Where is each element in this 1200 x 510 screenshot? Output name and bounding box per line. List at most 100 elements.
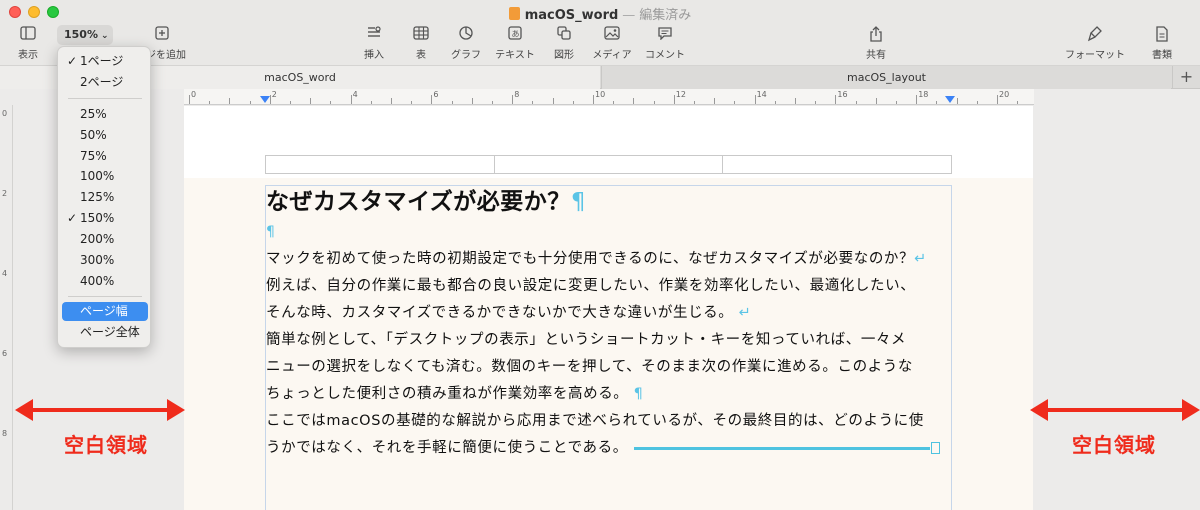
zoom-menu-item-whole-page[interactable]: ページ全体 [62,323,148,342]
text-line[interactable]: ちょっとした便利さの積み重ねが作業効率を高める。 ¶ [266,381,956,408]
ruler-tick [471,98,473,104]
view-button[interactable]: 表示 [14,26,42,61]
comment-icon [642,26,688,44]
zoom-popup-button[interactable]: 150% ⌄ [57,25,113,45]
shape-icon [552,26,576,44]
left-blank-area-label: 空白領域 [64,433,148,457]
tab-macos-layout[interactable]: macOS_layout [601,66,1171,89]
ruler-tick [795,98,796,104]
ruler-tick [330,101,332,104]
line-text: 簡単な例として、「デスクトップの表示」というショートカット・キーを知っていれば、… [266,332,907,348]
media-button[interactable]: メディア [590,26,634,61]
ruler-tick [532,101,534,104]
paintbrush-icon [1064,26,1126,44]
ruler-tick [997,95,998,104]
text-label: テキスト [495,50,535,61]
ruler-tick [694,101,695,104]
ruler-tick [613,101,615,104]
text-box-button[interactable]: あ テキスト [494,26,536,61]
vertical-ruler-number: 0 [2,109,8,118]
window-toolbar: macOS_word — 編集済み 表示 150% ⌄ ジを追加 挿入 表 グラフ [0,0,1200,66]
ruler-tick [350,95,352,104]
pilcrow-mark: ¶ [570,189,586,215]
text-line[interactable]: うかではなく、それを手軽に簡便に使うことである。 [266,435,956,462]
vertical-ruler-number: 2 [2,189,8,198]
header-field-center[interactable] [495,156,724,173]
text-line[interactable]: マックを初めて使った時の初期設定でも十分使用できるのに、なぜカスタマイズが必要な… [266,246,956,273]
right-double-arrow [1030,399,1200,421]
document-button[interactable]: 書類 [1150,26,1174,61]
line-text: マックを初めて使った時の初期設定でも十分使用できるのに、なぜカスタマイズが必要な… [266,251,915,267]
document-page[interactable]: なぜカスタマイズが必要か？¶ ¶ マックを初めて使った時の初期設定でも十分使用で… [184,106,1033,510]
header-field-left[interactable] [266,156,495,173]
right-indent-marker[interactable] [945,96,955,103]
page-header-fields[interactable] [265,155,952,174]
zoom-menu-item-100[interactable]: 100% [62,167,148,186]
window-title: macOS_word — 編集済み [0,4,1200,23]
comment-button[interactable]: コメント [642,26,688,61]
media-label: メディア [592,50,632,61]
pages-document-icon [508,7,520,20]
horizontal-ruler[interactable]: 0 2 4 6 8 10 12 14 16 18 20 [184,89,1034,105]
menu-item-label: 200% [80,232,115,246]
share-icon [864,26,888,44]
text-line[interactable]: ここではmacOSの基礎的な解説から応用まで述べられているが、その最終目的は、ど… [266,408,956,435]
sidebar-icon [14,26,42,44]
insert-icon [362,26,386,44]
add-page-icon [140,26,184,44]
comment-label: コメント [645,50,685,61]
ruler-tick [936,101,938,104]
ruler-tick [835,95,837,104]
ruler-tick [855,101,857,104]
zoom-menu-item-400[interactable]: 400% [62,272,148,291]
ruler-number: 0 [191,90,197,99]
arrowhead-left [1030,399,1048,421]
chevron-down-icon: ⌄ [100,31,109,41]
zoom-menu-item-one-page[interactable]: ✓ 1ページ [62,52,148,71]
table-button[interactable]: 表 [410,26,432,61]
pie-chart-icon [450,26,482,44]
zoom-menu-item-25[interactable]: 25% [62,105,148,124]
line-text: うかではなく、それを手軽に簡便に使うことである。 [266,440,628,456]
ruler-number: 8 [514,90,520,99]
ruler-tick [734,101,736,104]
zoom-menu-item-page-width[interactable]: ページ幅 [62,302,148,321]
ruler-tick [1017,101,1019,104]
ruler-tick [512,95,514,104]
document-body[interactable]: なぜカスタマイズが必要か？¶ ¶ マックを初めて使った時の初期設定でも十分使用で… [266,186,956,462]
header-field-right[interactable] [723,156,951,173]
text-line[interactable]: そんな時、カスタマイズできるかできないかで大きな違いが生じる。 ↵ [266,300,956,327]
zoom-menu: ✓ 1ページ 2ページ 25% 50% 75% 100% 125% ✓ 150% 2… [57,46,151,348]
zoom-menu-item-200[interactable]: 200% [62,230,148,249]
insert-button[interactable]: 挿入 [362,26,386,61]
text-line[interactable]: 簡単な例として、「デスクトップの表示」というショートカット・キーを知っていれば、… [266,327,956,354]
table-label: 表 [416,50,426,61]
menu-item-label: 150% [80,211,115,225]
zoom-menu-item-125[interactable]: 125% [62,188,148,207]
shape-button[interactable]: 図形 [552,26,576,61]
menu-separator [68,98,142,99]
format-button[interactable]: フォーマット [1064,26,1126,61]
menu-item-label: 300% [80,253,115,267]
title-separator: — [622,8,636,23]
zoom-menu-item-150[interactable]: ✓ 150% [62,209,148,228]
ruler-number: 6 [433,90,439,99]
ruler-number: 14 [756,90,767,99]
tab-bar: macOS_word macOS_layout + [0,66,1200,89]
new-tab-button[interactable]: + [1172,66,1200,89]
menu-separator [68,296,142,297]
zoom-menu-item-75[interactable]: 75% [62,147,148,166]
chart-button[interactable]: グラフ [450,26,482,61]
share-button[interactable]: 共有 [864,26,888,61]
zoom-menu-item-50[interactable]: 50% [62,126,148,145]
text-line[interactable]: 例えば、自分の作業に最も都合の良い設定に変更したい、作業を効率化したい、最適化し… [266,273,956,300]
zoom-menu-item-300[interactable]: 300% [62,251,148,270]
ruler-tick [896,101,897,104]
line-break-mark: ↵ [738,305,752,321]
empty-paragraph[interactable]: ¶ [266,218,956,246]
document-heading[interactable]: なぜカスタマイズが必要か？¶ [266,186,956,218]
left-indent-marker[interactable] [260,96,270,103]
menu-item-label: 125% [80,190,115,204]
zoom-menu-item-two-pages[interactable]: 2ページ [62,73,148,92]
text-line[interactable]: ニューの選択をしなくても済む。数個のキーを押して、そのまま次の作業に進める。この… [266,354,956,381]
